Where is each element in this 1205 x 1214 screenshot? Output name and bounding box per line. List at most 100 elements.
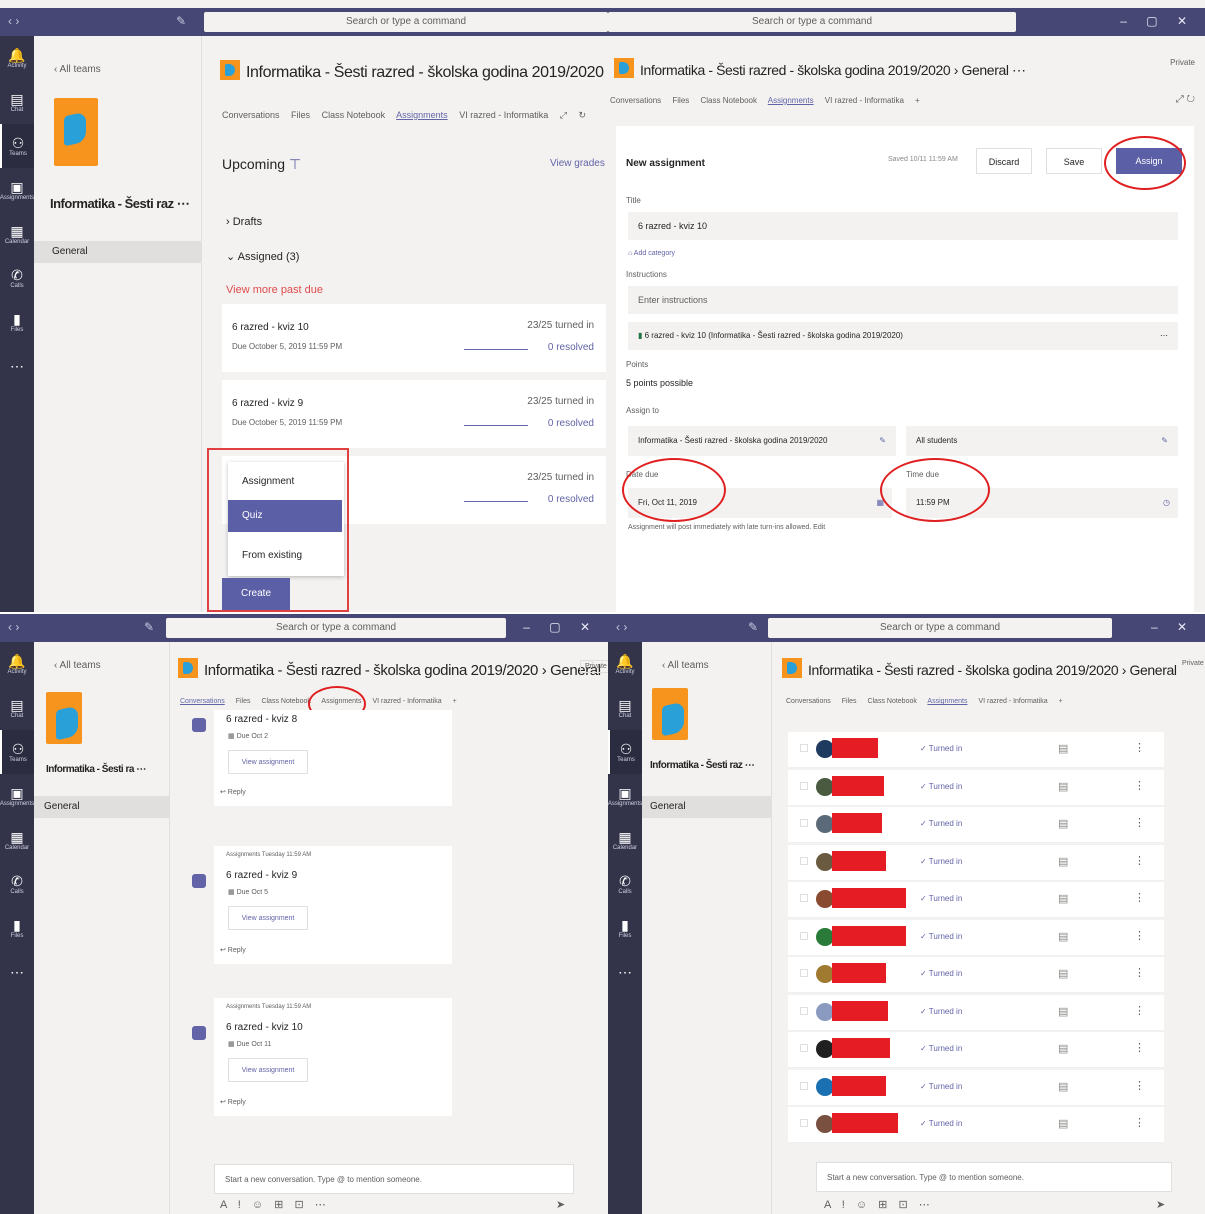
send-icon[interactable]: ➤ — [1156, 1198, 1165, 1211]
add-tab-icon[interactable]: + — [453, 698, 457, 705]
tab-conversations[interactable]: Conversations — [180, 698, 225, 705]
team-name[interactable]: Informatika - Šesti raz ⋯ — [650, 760, 755, 771]
document-icon[interactable]: ▤ — [1058, 1005, 1068, 1018]
rail-item-calls[interactable]: ✆ Calls — [608, 862, 642, 906]
points-value[interactable]: 5 points possible — [626, 378, 693, 388]
rail-item-more[interactable]: ⋯ — [0, 344, 34, 388]
attached-resource[interactable]: ▮ 6 razred - kviz 10 (Informatika - Šest… — [628, 322, 1178, 350]
compose-icon[interactable]: ✎ — [748, 620, 758, 634]
compose-icon[interactable]: ✎ — [176, 14, 186, 28]
team-name[interactable]: Informatika - Šesti ra ⋯ — [46, 764, 146, 775]
assigned-section[interactable]: ⌄ Assigned (3) — [226, 250, 299, 263]
assignment-card[interactable]: 6 razred - kviz 10 Due October 5, 2019 1… — [222, 304, 606, 372]
tab-class-notebook[interactable]: Class Notebook — [322, 110, 386, 120]
tab-vi-razred[interactable]: VI razred - Informatika — [372, 698, 441, 705]
channel-general[interactable]: General — [34, 241, 201, 263]
student-row[interactable]: ✓ Turned in ▤ ⋮ — [788, 994, 1164, 1031]
compose-icon[interactable]: ✎ — [144, 620, 154, 634]
reply-link[interactable]: ↩ Reply — [220, 1098, 246, 1106]
checkbox[interactable] — [800, 744, 808, 752]
rail-item-chat[interactable]: ▤ Chat — [0, 686, 34, 730]
rail-item-files[interactable]: ▮ Files — [0, 906, 34, 950]
upcoming-filter[interactable]: Upcoming ⊤ — [222, 156, 301, 173]
document-icon[interactable]: ▤ — [1058, 1042, 1068, 1055]
students-select[interactable]: All students ✎ — [906, 426, 1178, 456]
document-icon[interactable]: ▤ — [1058, 1117, 1068, 1130]
checkbox[interactable] — [800, 1044, 808, 1052]
rail-item-files[interactable]: ▮ Files — [0, 300, 34, 344]
view-assignment-button[interactable]: View assignment — [228, 750, 308, 774]
checkbox[interactable] — [800, 1081, 808, 1090]
more-options-icon[interactable]: ⋮ — [1134, 1116, 1145, 1129]
more-options-icon[interactable]: ⋮ — [1134, 854, 1145, 867]
nav-arrows[interactable]: ‹ › — [616, 620, 627, 634]
view-assignment-button[interactable]: View assignment — [228, 906, 308, 930]
student-row[interactable]: ✓ Turned in ▤ ⋮ — [788, 732, 1164, 768]
filter-icon[interactable]: ⊤ — [289, 156, 301, 172]
add-tab-icon[interactable]: + — [1059, 698, 1063, 705]
send-icon[interactable]: ➤ — [556, 1198, 565, 1211]
checkbox[interactable] — [800, 856, 808, 865]
search-box[interactable]: Search or type a command — [608, 12, 1016, 32]
rail-item-assignments[interactable]: ▣ Assignments — [0, 774, 34, 818]
document-icon[interactable]: ▤ — [1058, 742, 1068, 755]
rail-item-chat[interactable]: ▤ Chat — [608, 686, 642, 730]
tab-class-notebook[interactable]: Class Notebook — [867, 698, 916, 705]
rail-item-teams[interactable]: ⚇ Teams — [0, 124, 34, 168]
student-row[interactable]: ✓ Turned in ▤ ⋮ — [788, 1032, 1164, 1068]
save-button[interactable]: Save — [1046, 148, 1102, 174]
rail-item-activity[interactable]: 🔔 Activity — [0, 36, 34, 80]
private-button[interactable]: Private — [580, 660, 608, 673]
more-options-icon[interactable]: ⋮ — [1134, 741, 1145, 754]
tab-class-notebook[interactable]: Class Notebook — [261, 698, 310, 705]
compose-toolbar[interactable]: A ! ☺ ⊞ ⊡ ⋯ — [824, 1198, 934, 1211]
assignment-card[interactable]: 6 razred - kviz 9 Due October 5, 2019 11… — [222, 380, 606, 448]
rail-item-files[interactable]: ▮ Files — [608, 906, 642, 950]
compose-toolbar[interactable]: A ! ☺ ⊞ ⊡ ⋯ — [220, 1198, 330, 1211]
document-icon[interactable]: ▤ — [1058, 855, 1068, 868]
document-icon[interactable]: ▤ — [1058, 892, 1068, 905]
add-tab-icon[interactable]: + — [915, 96, 920, 105]
assignment-post[interactable]: Assignments Tuesday 11:59 AM 6 razred - … — [192, 846, 452, 964]
checkbox[interactable] — [800, 781, 808, 790]
expand-refresh-icons[interactable]: ⤢ ↻ — [1176, 94, 1195, 105]
tab-files[interactable]: Files — [291, 110, 310, 120]
menu-item-from-existing[interactable]: From existing — [242, 550, 302, 561]
clock-icon[interactable]: ◷ — [1163, 488, 1170, 518]
more-options-icon[interactable]: ⋮ — [1134, 1041, 1145, 1054]
rail-item-calls[interactable]: ✆ Calls — [0, 256, 34, 300]
rail-item-activity[interactable]: 🔔 Activity — [608, 642, 642, 686]
discard-button[interactable]: Discard — [976, 148, 1032, 174]
document-icon[interactable]: ▤ — [1058, 780, 1068, 793]
checkbox[interactable] — [800, 1006, 808, 1015]
student-row[interactable]: ✓ Turned in ▤ ⋮ — [788, 919, 1164, 956]
rail-item-assignments[interactable]: ▣ Assignments — [0, 168, 34, 212]
title-field[interactable]: 6 razred - kviz 10 — [628, 212, 1178, 240]
document-icon[interactable]: ▤ — [1058, 817, 1068, 830]
rail-item-calendar[interactable]: ▦ Calendar — [0, 212, 34, 256]
edit-icon[interactable]: ✎ — [1161, 426, 1168, 456]
all-teams-link[interactable]: ‹ All teams — [54, 660, 101, 671]
more-options-icon[interactable]: ⋮ — [1134, 779, 1145, 792]
tab-vi-razred[interactable]: VI razred - Informatika — [459, 110, 548, 120]
document-icon[interactable]: ▤ — [1058, 930, 1068, 943]
checkbox[interactable] — [800, 1119, 808, 1127]
tab-files[interactable]: Files — [672, 96, 689, 105]
team-name[interactable]: Informatika - Šesti raz ⋯ — [50, 196, 190, 212]
more-options-icon[interactable]: ⋮ — [1134, 1004, 1145, 1017]
student-row[interactable]: ✓ Turned in ▤ ⋮ — [788, 807, 1164, 843]
menu-item-quiz[interactable]: Quiz — [228, 500, 342, 532]
menu-item-assignment[interactable]: Assignment — [242, 476, 294, 487]
tab-vi-razred[interactable]: VI razred - Informatika — [978, 698, 1047, 705]
reply-link[interactable]: ↩ Reply — [220, 788, 246, 796]
more-options-icon[interactable]: ⋮ — [1134, 891, 1145, 904]
private-button[interactable]: Private — [1182, 660, 1204, 667]
assignment-post[interactable]: 6 razred - kviz 8 ▦ Due Oct 2 View assig… — [192, 710, 452, 806]
assignment-post[interactable]: Assignments Tuesday 11:59 AM 6 razred - … — [192, 998, 452, 1116]
add-category-link[interactable]: ⌂ Add category — [628, 250, 675, 257]
student-row[interactable]: ✓ Turned in ▤ ⋮ — [788, 1069, 1164, 1106]
document-icon[interactable]: ▤ — [1058, 1080, 1068, 1093]
rail-item-teams[interactable]: ⚇ Teams — [608, 730, 642, 774]
tab-files[interactable]: Files — [842, 698, 857, 705]
instructions-field[interactable]: Enter instructions — [628, 286, 1178, 314]
